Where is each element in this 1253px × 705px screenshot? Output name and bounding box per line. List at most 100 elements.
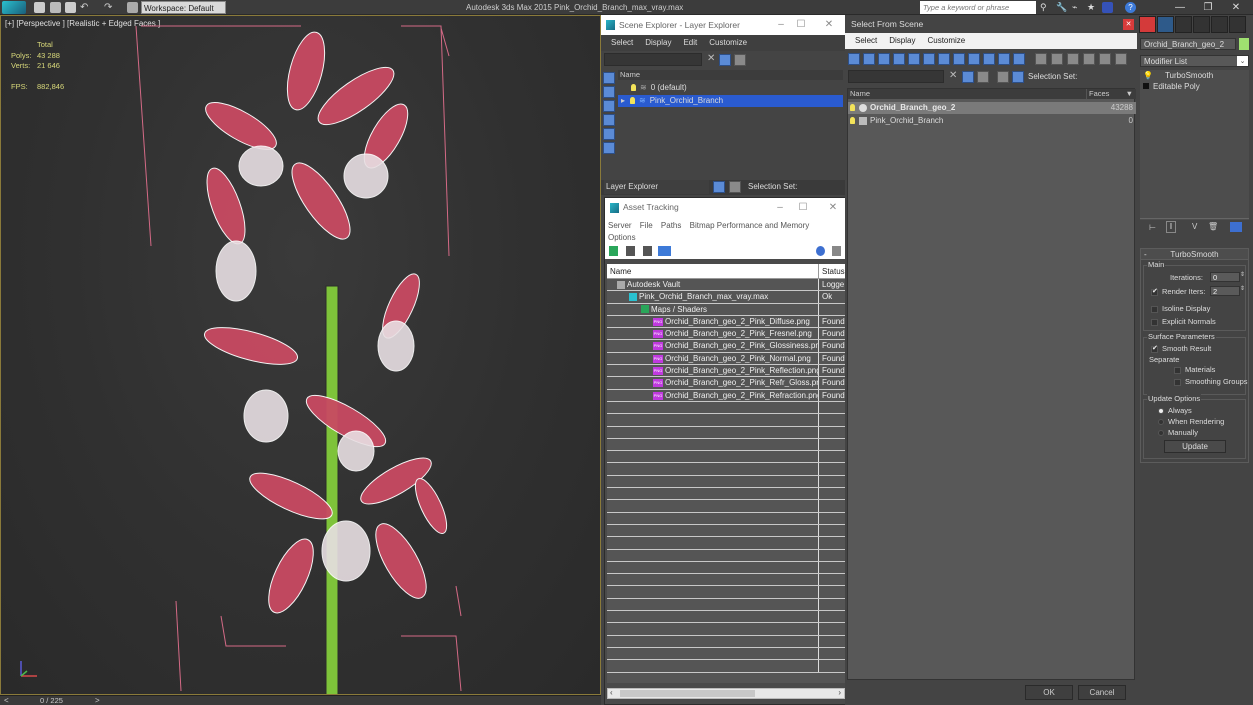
open-file-icon[interactable]: [50, 2, 61, 13]
object-name-field[interactable]: Orchid_Branch_geo_2: [1140, 38, 1236, 50]
cameras-filter-icon[interactable]: [603, 114, 615, 126]
hidden-filter-icon[interactable]: [1013, 53, 1025, 65]
new-file-icon[interactable]: [34, 2, 45, 13]
xrefs-filter-icon[interactable]: [953, 53, 965, 65]
close-button[interactable]: ✕: [1123, 19, 1134, 30]
update-button[interactable]: Update: [1164, 440, 1226, 453]
stack-item-editable-poly[interactable]: Editable Poly: [1140, 81, 1249, 92]
project-folder-icon[interactable]: [127, 2, 138, 13]
containers-filter-icon[interactable]: [983, 53, 995, 65]
configure-sets-icon[interactable]: [1230, 222, 1242, 232]
filter-toggle-icon[interactable]: [719, 54, 731, 66]
iterations-spinner[interactable]: 0: [1210, 272, 1240, 282]
layer-row-selected[interactable]: ▸ ≋ Pink_Orchid_Branch: [618, 95, 843, 107]
undo-icon[interactable]: ↶: [80, 2, 91, 13]
horizontal-scrollbar[interactable]: ‹ ›: [607, 688, 845, 699]
spacewarps-filter-icon[interactable]: [603, 142, 615, 154]
faces-column-header[interactable]: Faces ▼: [1086, 89, 1136, 99]
geometry-filter-icon[interactable]: [848, 53, 860, 65]
exchange-icon[interactable]: [1102, 2, 1113, 13]
visibility-bulb-icon[interactable]: [630, 97, 636, 105]
explorer-type-dropdown[interactable]: Layer Explorer: [604, 180, 709, 194]
clear-icon[interactable]: ✕: [949, 70, 957, 81]
lights-filter-icon[interactable]: [603, 100, 615, 112]
hierarchy-tab-icon[interactable]: [1175, 16, 1192, 33]
refresh-icon[interactable]: [609, 246, 618, 256]
maximize-button[interactable]: ☐: [791, 15, 811, 35]
scroll-right-icon[interactable]: ›: [838, 688, 841, 697]
star-icon[interactable]: ★: [1087, 2, 1098, 13]
asset-row[interactable]: PNG Orchid_Branch_geo_2_Pink_Normal.png Fo…: [607, 352, 845, 366]
perspective-viewport[interactable]: [+] [Perspective ] [Realistic + Edged Fa…: [0, 15, 601, 695]
minimize-button[interactable]: –: [770, 198, 790, 217]
menu-select[interactable]: Select: [855, 33, 877, 49]
menu-file[interactable]: File: [640, 221, 653, 230]
sort-icon[interactable]: [1099, 53, 1111, 65]
filter-toggle-icon[interactable]: [962, 71, 974, 83]
bones-filter-icon[interactable]: [968, 53, 980, 65]
geometry-filter-icon[interactable]: [603, 72, 615, 84]
menu-edit[interactable]: Edit: [683, 35, 697, 51]
layers-icon[interactable]: [997, 71, 1009, 83]
menu-customize[interactable]: Customize: [927, 33, 965, 49]
asset-row[interactable]: PNG Orchid_Branch_geo_2_Pink_Fresnel.png F…: [607, 328, 845, 341]
asset-row[interactable]: PNG Orchid_Branch_geo_2_Pink_Reflection.p…: [607, 365, 845, 378]
modify-tab-icon[interactable]: [1157, 16, 1174, 33]
app-logo-icon[interactable]: [2, 1, 26, 14]
file-icon[interactable]: [626, 246, 635, 256]
render-iters-spinner[interactable]: 2: [1210, 286, 1240, 296]
time-slider[interactable]: < 0 / 225 >: [0, 695, 601, 705]
menu-bitmap-performance[interactable]: Bitmap Performance and Memory: [690, 221, 810, 230]
filter-icon[interactable]: [1083, 53, 1095, 65]
pin-stack-icon[interactable]: ⊢: [1149, 223, 1156, 232]
modifier-list-dropdown[interactable]: Modifier List ⌄: [1140, 55, 1249, 67]
materials-checkbox[interactable]: [1174, 367, 1181, 374]
menu-customize[interactable]: Customize: [709, 35, 747, 51]
ok-button[interactable]: OK: [1025, 685, 1073, 700]
menu-server[interactable]: Server: [608, 221, 632, 230]
close-button[interactable]: ✕: [823, 198, 843, 217]
utilities-tab-icon[interactable]: [1229, 16, 1246, 33]
name-column-header[interactable]: Name: [607, 264, 819, 278]
status-column-header[interactable]: Status: [819, 264, 845, 278]
columns-icon[interactable]: [1115, 53, 1127, 65]
remove-modifier-icon[interactable]: 🗑: [1208, 222, 1218, 231]
asset-row[interactable]: Autodesk Vault Logge: [607, 279, 845, 292]
menu-options[interactable]: Options: [608, 233, 636, 242]
name-column-header[interactable]: Name: [848, 89, 1086, 99]
shapes-filter-icon[interactable]: [603, 86, 615, 98]
minimize-button[interactable]: —: [1166, 1, 1194, 14]
wrench-icon[interactable]: 🔧: [1056, 2, 1067, 13]
update-always-radio[interactable]: [1158, 408, 1164, 414]
list-view-icon[interactable]: [643, 246, 652, 256]
grid-view-icon[interactable]: [658, 246, 671, 256]
spacewarps-filter-icon[interactable]: [923, 53, 935, 65]
cancel-button[interactable]: Cancel: [1078, 685, 1126, 700]
lights-filter-icon[interactable]: [878, 53, 890, 65]
maximize-button[interactable]: ☐: [793, 198, 813, 217]
binoculars-icon[interactable]: ⚲: [1040, 2, 1051, 13]
smooth-result-checkbox[interactable]: [1151, 344, 1158, 353]
display-all-icon[interactable]: [1035, 53, 1047, 65]
display-tab-icon[interactable]: [1211, 16, 1228, 33]
name-column-header[interactable]: Name: [618, 70, 843, 80]
prev-frame-button[interactable]: <: [4, 696, 9, 705]
display-none-icon[interactable]: [1051, 53, 1063, 65]
find-input[interactable]: [848, 70, 944, 83]
scene-explorer-titlebar[interactable]: Scene Explorer - Layer Explorer – ☐ ✕: [601, 15, 845, 35]
helpers-filter-icon[interactable]: [908, 53, 920, 65]
cameras-filter-icon[interactable]: [893, 53, 905, 65]
visibility-bulb-icon[interactable]: [850, 117, 855, 125]
shapes-filter-icon[interactable]: [863, 53, 875, 65]
clear-icon[interactable]: ✕: [707, 53, 715, 64]
object-row-selected[interactable]: Orchid_Branch_geo_2 43288: [848, 102, 1136, 114]
groups-filter-icon[interactable]: [938, 53, 950, 65]
render-iters-checkbox[interactable]: [1151, 287, 1158, 296]
asset-row[interactable]: PNG Orchid_Branch_geo_2_Pink_Refraction.p…: [607, 389, 845, 402]
hierarchy-icon[interactable]: [1012, 71, 1024, 83]
update-manually-radio[interactable]: [1158, 430, 1164, 436]
smoothing-groups-checkbox[interactable]: [1174, 379, 1181, 386]
object-color-swatch[interactable]: [1239, 38, 1249, 50]
close-button[interactable]: ✕: [819, 15, 839, 35]
update-when-rendering-radio[interactable]: [1158, 419, 1164, 425]
